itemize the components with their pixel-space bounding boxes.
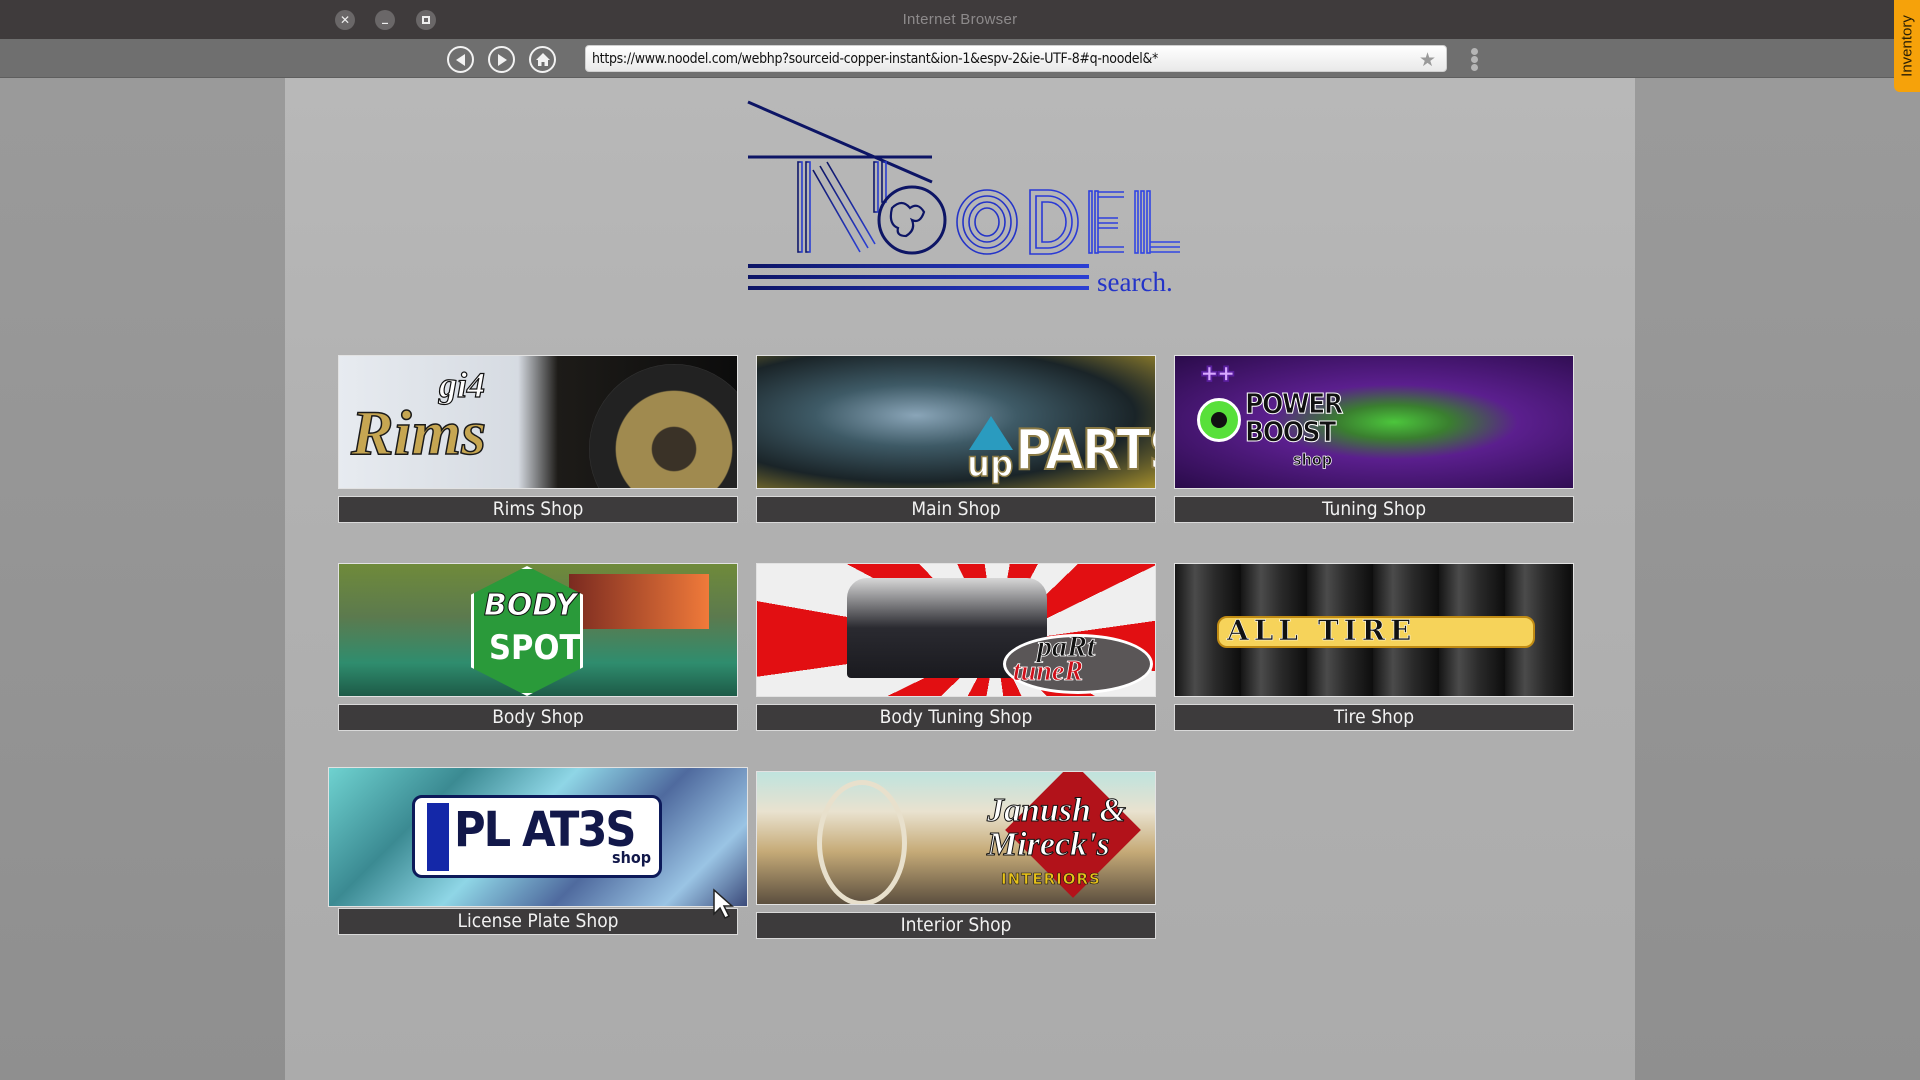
body-tuning-brand-sub: tuneR [1013,656,1084,688]
window-titlebar: ✕ _ Internet Browser 3 XP 744 /800 ✆ 4 $… [0,0,1920,78]
plate-brand: PL AT3S [454,802,636,858]
shop-label: Body Shop [338,704,738,731]
shop-tile-rims[interactable]: gi4 Rims Rims Shop [338,355,738,523]
turbo-icon [1197,398,1241,442]
shop-tile-tuning[interactable]: ✚✚ POWER BOOST shop Tuning Shop [1174,355,1574,523]
shop-tile-tire[interactable]: ALL TIRE Tire Shop [1174,563,1574,731]
page-content: search. gi4 Rims Rims Shop up PARTS Main… [285,78,1635,1080]
body-brand-sub: SPOT [489,628,581,668]
address-bar[interactable]: ★ [585,45,1447,73]
truck-window [569,574,709,629]
tuning-plus-icons: ✚✚ [1201,364,1236,387]
body-shop-banner: BODY SPOT [338,563,738,697]
shop-tile-body-tuning[interactable]: paRt tuneR Body Tuning Shop [756,563,1156,731]
forward-button[interactable] [488,46,515,73]
shop-tile-main[interactable]: up PARTS Main Shop [756,355,1156,523]
tire-shop-banner: ALL TIRE [1174,563,1574,697]
forward-arrow-icon [497,53,507,66]
main-brand-sub: up [966,443,1014,486]
shop-tile-interior[interactable]: Janush & Mireck's INTERIORS Interior Sho… [756,771,1156,939]
browser-toolbar: ★ [0,39,1920,78]
logo-tagline: search. [1097,267,1173,297]
main-shop-banner: up PARTS [756,355,1156,489]
body-brand: BODY [484,588,578,624]
shop-label: Tire Shop [1174,704,1574,731]
shop-label: Main Shop [756,496,1156,523]
tuning-brand: POWER BOOST [1245,387,1344,448]
back-button[interactable] [447,46,474,73]
interior-brand-sub: INTERIORS [1001,870,1101,889]
window-title: Internet Browser [902,11,1018,28]
shop-label: Tuning Shop [1174,496,1574,523]
tire-brand: ALL TIRE [1227,614,1417,648]
shop-tile-body[interactable]: BODY SPOT Body Shop [338,563,738,731]
home-icon [535,53,550,66]
interior-shop-banner: Janush & Mireck's INTERIORS [756,771,1156,905]
shop-label: License Plate Shop [338,908,738,935]
rims-shop-banner: gi4 Rims [338,355,738,489]
inventory-label: Inventory [1898,15,1916,77]
browser-menu-button[interactable] [1469,48,1479,72]
steering-wheel [817,780,907,904]
inventory-tab[interactable]: Inventory [1894,0,1920,92]
noodel-logo[interactable]: search. [740,90,1200,300]
shop-label: Interior Shop [756,912,1156,939]
rims-brand: Rims [350,396,487,469]
tuning-brand-sub: shop [1293,450,1333,470]
home-button[interactable] [529,46,556,73]
main-brand: PARTS [1014,417,1155,484]
license-plate-shop-banner: PL AT3S shop [328,767,748,907]
wheel-graphic [589,364,737,488]
shop-label: Body Tuning Shop [756,704,1156,731]
shop-tile-license-plate[interactable]: PL AT3S shop License Plate Shop [328,767,748,935]
plate-brand-sub: shop [612,848,652,867]
interior-brand: Janush & Mireck's [987,792,1127,863]
body-tuning-shop-banner: paRt tuneR [756,563,1156,697]
tuning-shop-banner: ✚✚ POWER BOOST shop [1174,355,1574,489]
back-arrow-icon [455,53,465,66]
star-icon[interactable]: ★ [1419,49,1436,72]
shop-label: Rims Shop [338,496,738,523]
url-input[interactable] [592,46,1412,73]
